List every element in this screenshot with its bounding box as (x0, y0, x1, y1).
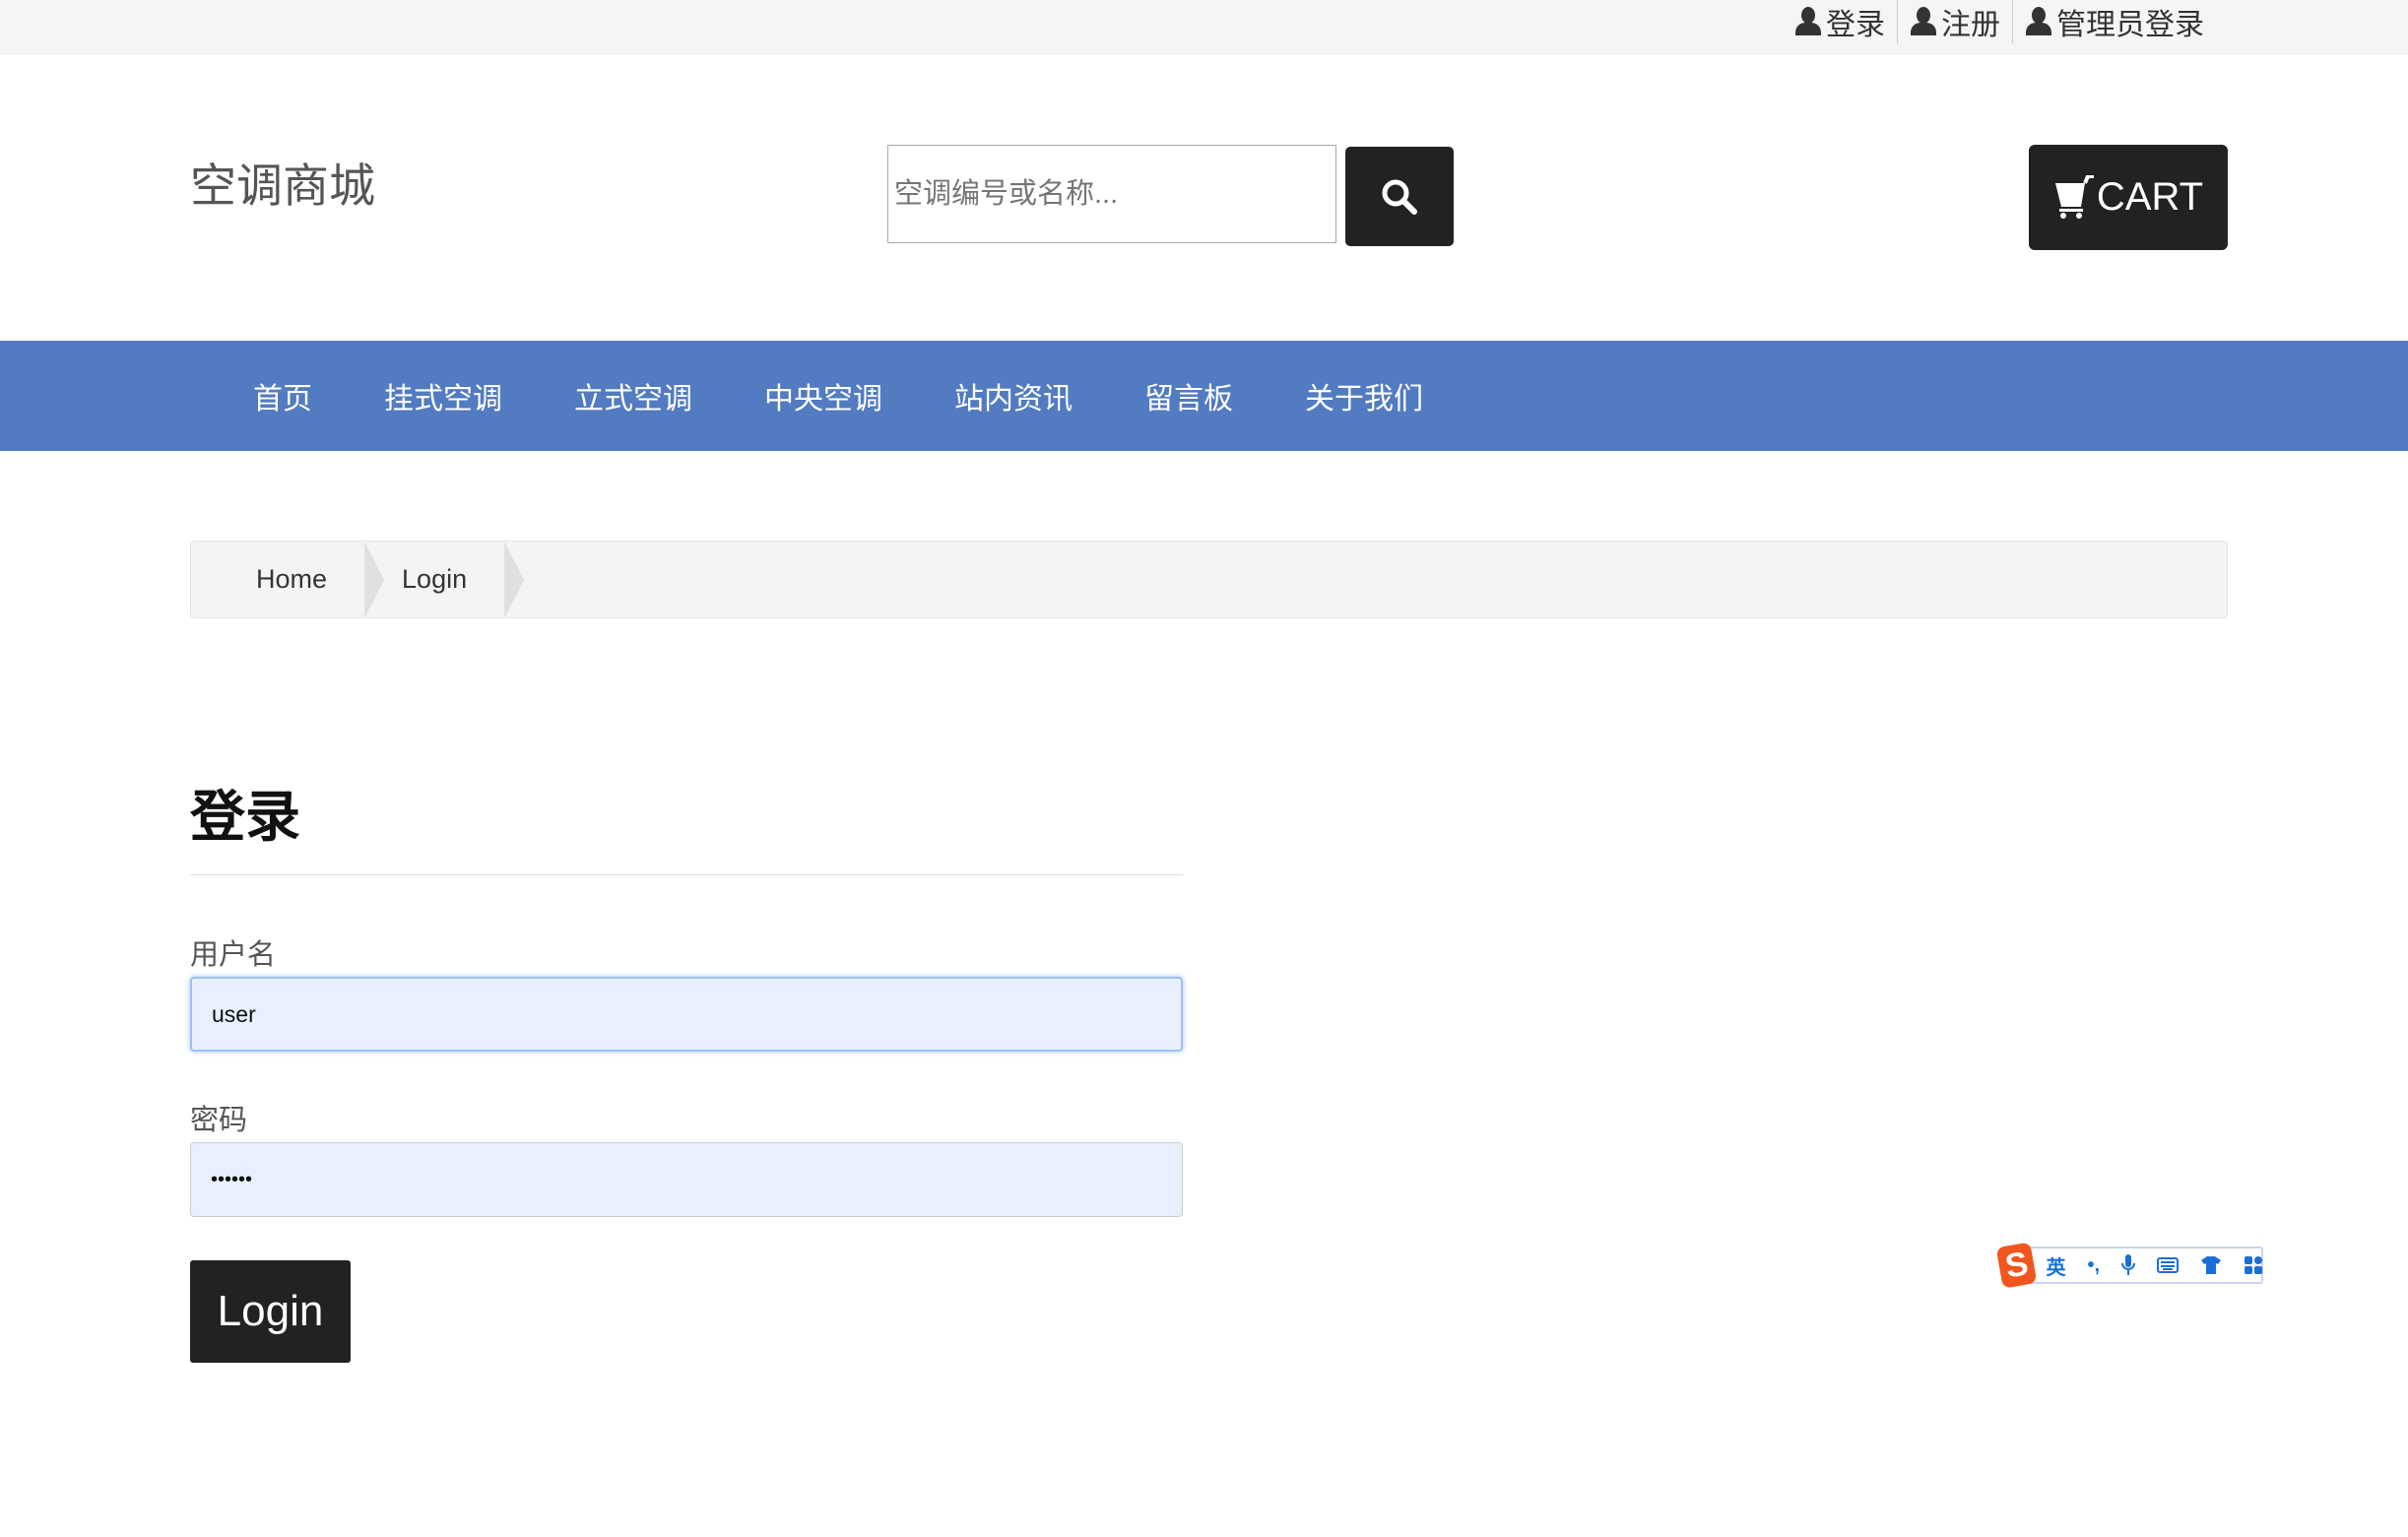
user-icon (1794, 7, 1822, 36)
username-label: 用户名 (190, 931, 276, 973)
user-icon (1910, 7, 1937, 36)
nav-guestbook[interactable]: 留言板 (1144, 374, 1233, 417)
breadcrumb-home[interactable]: Home (191, 542, 364, 617)
breadcrumb-login[interactable]: Login (364, 542, 504, 617)
search-icon (1380, 177, 1419, 217)
keyboard-icon[interactable] (2157, 1257, 2179, 1273)
sogou-logo-icon[interactable]: S (1996, 1242, 2038, 1289)
username-input[interactable]: user (190, 977, 1183, 1052)
skin-shirt-icon[interactable] (2200, 1255, 2222, 1275)
login-link-label: 登录 (1826, 0, 1885, 43)
nav-about[interactable]: 关于我们 (1305, 374, 1423, 417)
nav-news[interactable]: 站内资讯 (954, 374, 1073, 417)
nav-home[interactable]: 首页 (253, 374, 312, 417)
microphone-icon[interactable] (2121, 1254, 2135, 1276)
nav-central-ac[interactable]: 中央空调 (764, 374, 882, 417)
site-logo[interactable]: 空调商城 (190, 148, 375, 216)
ime-toolbar[interactable]: S 英 •, (1999, 1243, 2263, 1288)
search-input[interactable] (887, 145, 1336, 243)
password-input[interactable]: •••••• (190, 1142, 1183, 1217)
breadcrumb: Home Login (190, 541, 2228, 618)
ime-mode-toggle[interactable]: 英 (2046, 1251, 2065, 1280)
toolbox-grid-icon[interactable] (2244, 1255, 2263, 1275)
ime-punctuation-toggle[interactable]: •, (2087, 1254, 2100, 1277)
divider (190, 874, 1183, 875)
nav-floor-ac[interactable]: 立式空调 (574, 374, 692, 417)
cart-label: CART (2097, 175, 2203, 220)
admin-login-link-label: 管理员登录 (2056, 0, 2204, 43)
admin-login-link[interactable]: 管理员登录 (2012, 0, 2216, 43)
login-button[interactable]: Login (190, 1260, 351, 1363)
main-nav: 首页 挂式空调 立式空调 中央空调 站内资讯 留言板 关于我们 (0, 341, 2408, 451)
top-bar: 登录 注册 管理员登录 (0, 0, 2408, 55)
nav-wall-ac[interactable]: 挂式空调 (384, 374, 502, 417)
search-button[interactable] (1345, 147, 1454, 246)
page-title: 登录 (190, 773, 300, 853)
account-links: 登录 注册 管理员登录 (1783, 0, 2216, 42)
cart-icon (2053, 175, 2097, 221)
register-link[interactable]: 注册 (1897, 0, 2012, 43)
user-icon (2025, 7, 2052, 36)
register-link-label: 注册 (1941, 0, 2000, 43)
password-label: 密码 (190, 1097, 247, 1138)
cart-button[interactable]: CART (2029, 145, 2228, 250)
login-link[interactable]: 登录 (1783, 0, 1897, 43)
